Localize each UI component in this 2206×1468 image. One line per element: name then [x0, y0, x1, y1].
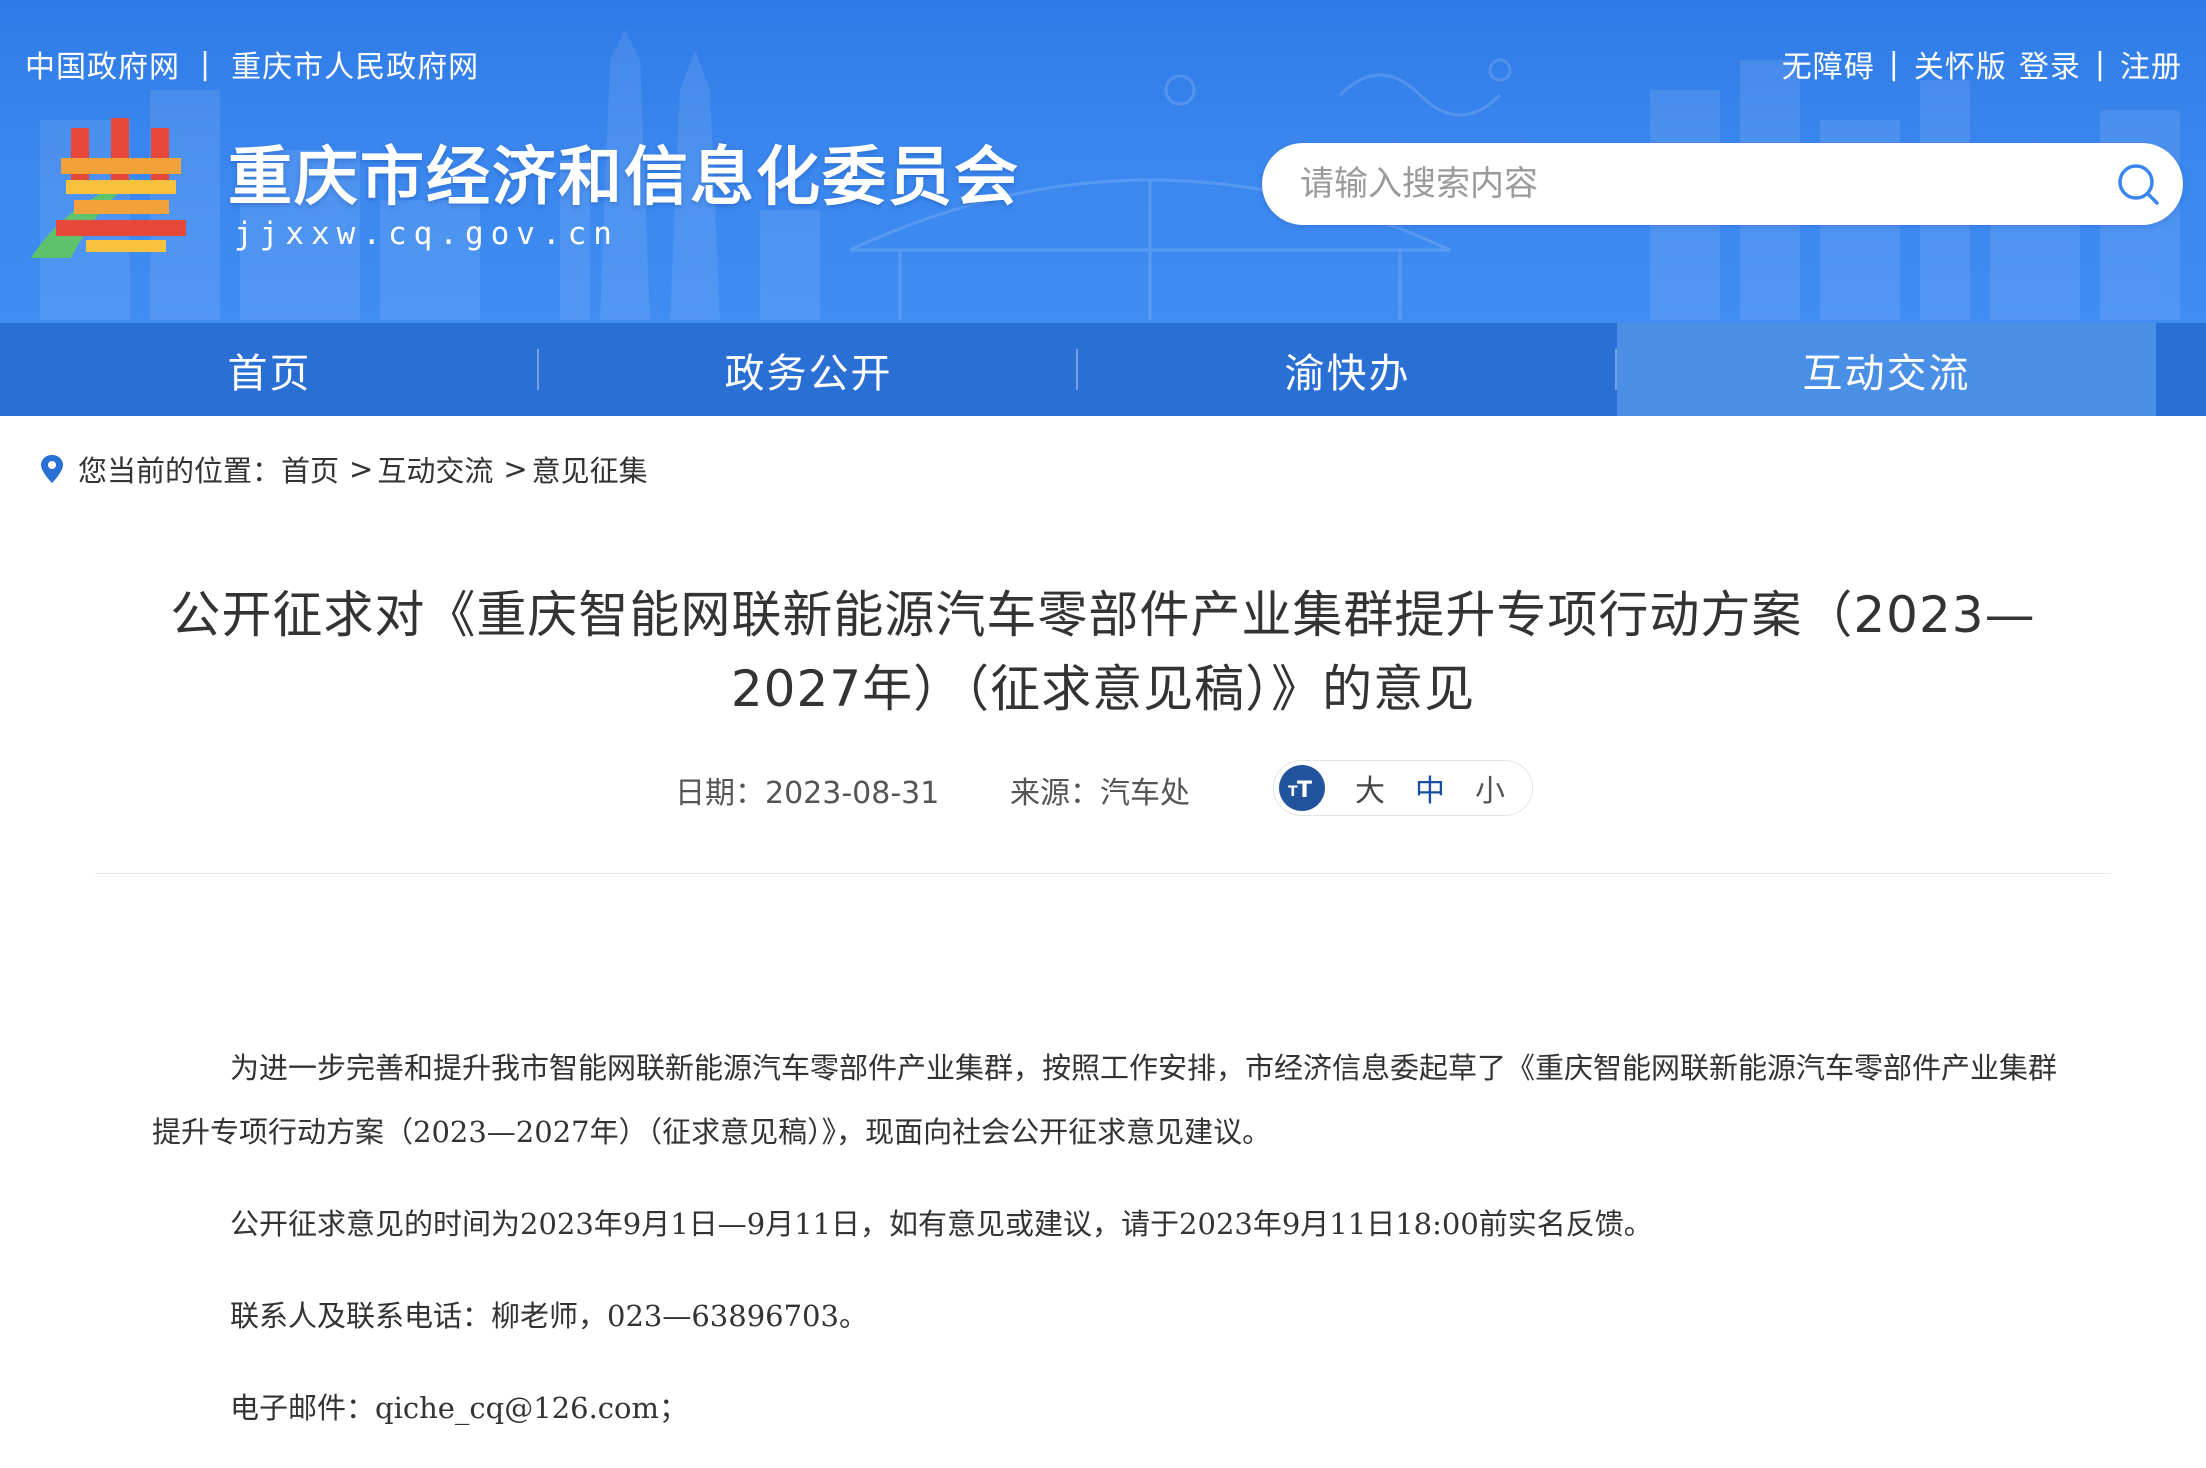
breadcrumb-home[interactable]: 首页	[281, 448, 339, 490]
register-link[interactable]: 注册	[2120, 42, 2182, 86]
accessibility-link[interactable]: 无障碍	[1782, 42, 1875, 86]
nav-item-gov-affairs[interactable]: 政务公开	[539, 323, 1078, 416]
article-paragraph: 联系人及联系电话：柳老师，023—63896703。	[230, 1299, 868, 1333]
breadcrumb-opinion[interactable]: 意见征集	[532, 448, 648, 490]
article-meta: 日期：2023-08-31 来源：汽车处 T T 大 中 小	[0, 760, 2206, 816]
site-domain: jjxxw.cq.gov.cn	[234, 216, 619, 252]
breadcrumb-prefix: 您当前的位置：	[78, 454, 282, 488]
date-label: 日期：	[675, 776, 765, 811]
article-date: 日期：2023-08-31	[675, 768, 939, 812]
date-value: 2023-08-31	[765, 776, 940, 811]
search-box	[1262, 143, 2183, 225]
link-gov-cn[interactable]: 中国政府网	[25, 42, 180, 86]
search-button[interactable]	[2093, 143, 2183, 225]
font-size-large[interactable]: 大	[1355, 766, 1385, 810]
care-mode-link[interactable]: 关怀版	[1914, 42, 2007, 86]
header-banner: 中国政府网 | 重庆市人民政府网 无障碍 | 关怀版 登录 | 注册 重庆市经济…	[0, 0, 2206, 323]
separator: |	[200, 46, 212, 82]
main-nav: 首页 政务公开 渝快办 互动交流	[0, 323, 2206, 416]
font-size-icon: T T	[1279, 765, 1325, 811]
search-icon	[2118, 164, 2159, 205]
source-value: 汽车处	[1100, 776, 1190, 811]
top-links: 中国政府网 | 重庆市人民政府网	[25, 42, 479, 86]
emblem-logo-icon[interactable]	[26, 108, 196, 258]
source-label: 来源：	[1010, 776, 1100, 811]
nav-filler	[2156, 323, 2206, 416]
article-paragraph: 电子邮件：qiche_cq@126.com；	[230, 1391, 688, 1425]
article-paragraph: 为进一步完善和提升我市智能网联新能源汽车零部件产业集群，按照工作安排，市经济信息…	[152, 1051, 2058, 1149]
nav-item-home[interactable]: 首页	[0, 323, 539, 416]
article-paragraph: 公开征求意见的时间为2023年9月1日—9月11日，如有意见或建议，请于2023…	[230, 1207, 1653, 1241]
svg-text:T: T	[1297, 778, 1312, 801]
breadcrumb-arrow: >	[349, 452, 374, 486]
article-title: 公开征求对《重庆智能网联新能源汽车零部件产业集群提升专项行动方案（2023—20…	[170, 586, 2036, 718]
login-link[interactable]: 登录	[2019, 42, 2081, 86]
font-size-medium[interactable]: 中	[1415, 766, 1445, 810]
location-pin-icon	[41, 455, 63, 483]
font-size-switcher: T T 大 中 小	[1273, 760, 1533, 816]
top-right-links: 无障碍 | 关怀版 登录 | 注册	[1782, 42, 2182, 86]
nav-item-interaction[interactable]: 互动交流	[1617, 323, 2156, 416]
nav-item-yukuaiban[interactable]: 渝快办	[1078, 323, 1617, 416]
article-divider	[95, 873, 2111, 874]
separator: |	[1888, 46, 1900, 82]
breadcrumb: 您当前的位置： 首页 > 互动交流 > 意见征集	[40, 448, 648, 490]
article-body: 为进一步完善和提升我市智能网联新能源汽车零部件产业集群，按照工作安排，市经济信息…	[152, 1036, 2064, 1468]
breadcrumb-interaction[interactable]: 互动交流	[377, 448, 493, 490]
article-source: 来源：汽车处	[1010, 768, 1190, 812]
search-input[interactable]	[1262, 143, 2093, 225]
link-cq-gov[interactable]: 重庆市人民政府网	[231, 42, 479, 86]
separator: |	[2094, 46, 2106, 82]
site-title[interactable]: 重庆市经济和信息化委员会	[228, 126, 1020, 218]
font-size-small[interactable]: 小	[1475, 766, 1505, 810]
breadcrumb-arrow: >	[503, 452, 528, 486]
